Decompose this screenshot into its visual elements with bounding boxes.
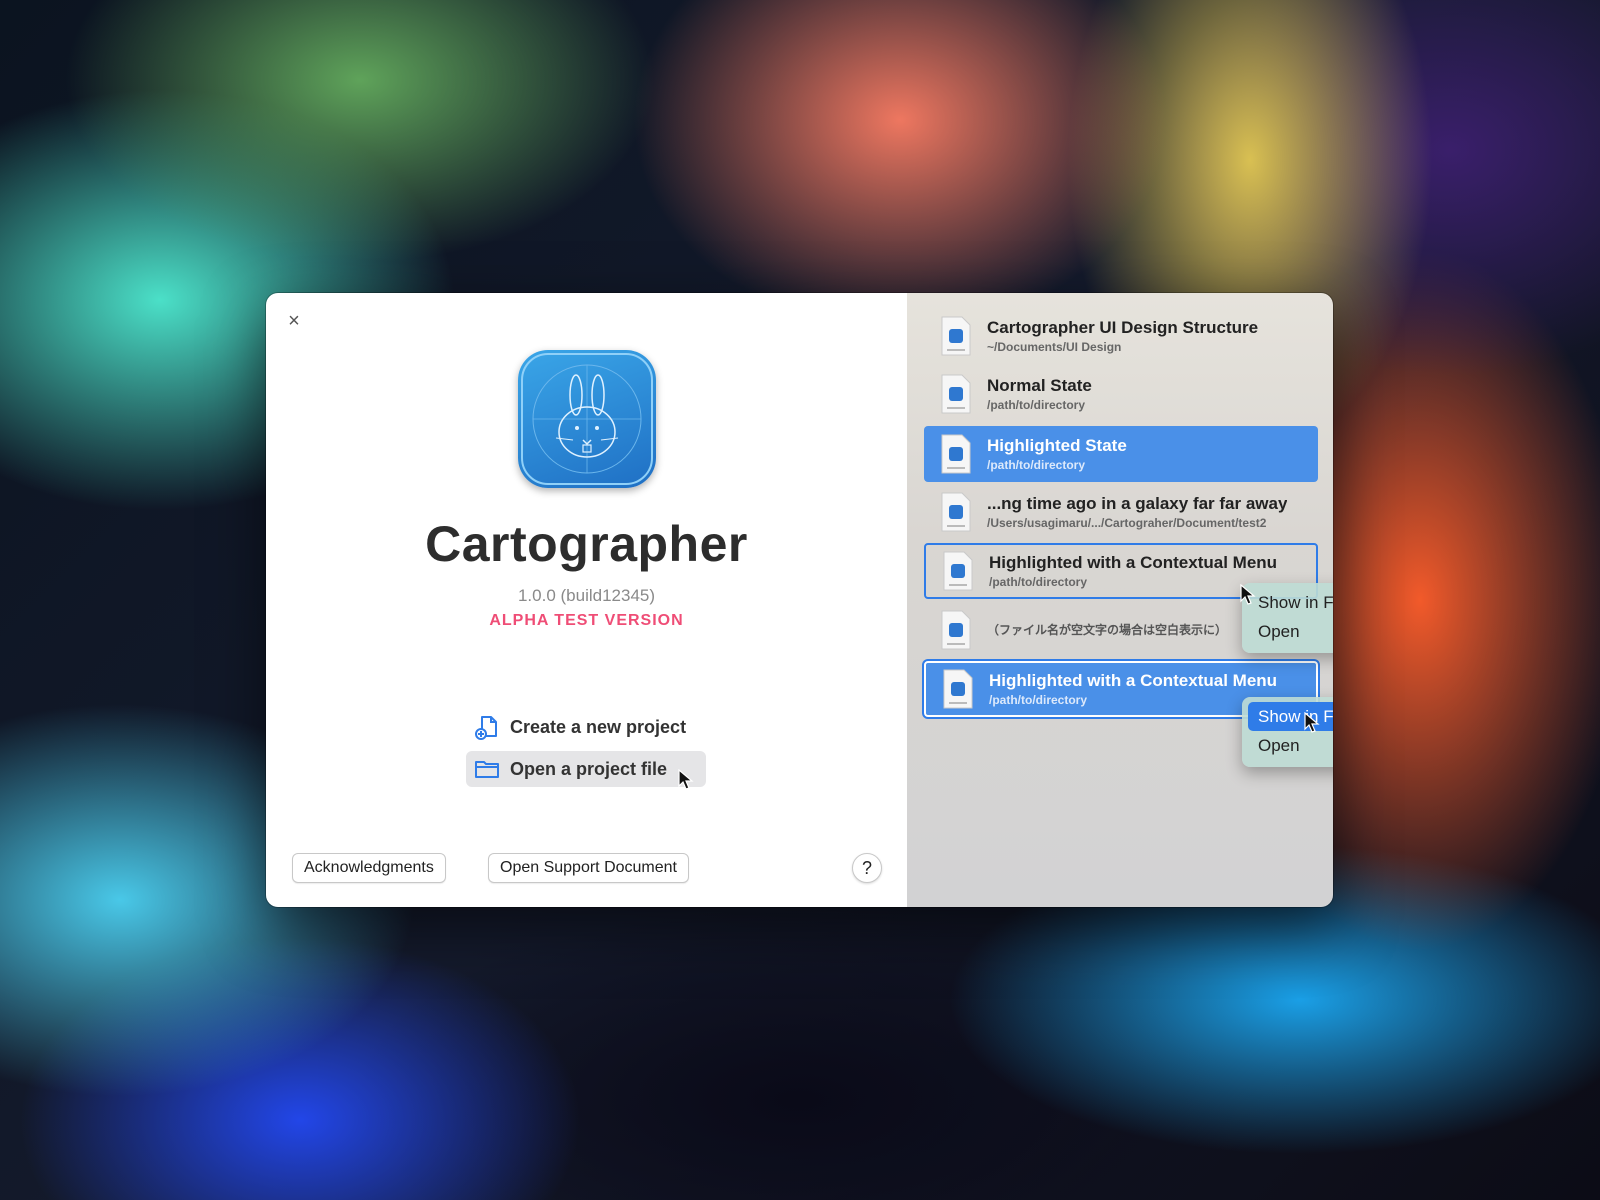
folder-icon — [475, 761, 499, 778]
recent-project-row-selected[interactable]: Highlighted State /path/to/directory — [924, 426, 1318, 482]
app-title: Cartographer — [425, 516, 748, 572]
project-document-icon — [943, 669, 973, 709]
recent-project-path: （ファイル名が空文字の場合は空白表示に） — [987, 623, 1228, 637]
recent-project-title: Normal State — [987, 376, 1092, 395]
close-button[interactable]: × — [284, 311, 304, 331]
mouse-cursor-icon — [1304, 712, 1320, 733]
menu-item-show-in-finder[interactable]: Show in Finder — [1248, 702, 1333, 731]
recent-project-title: ...ng time ago in a galaxy far far away — [987, 494, 1288, 513]
create-project-label: Create a new project — [510, 716, 687, 737]
welcome-window: × Cartographer 1.0.0 (build12345) ALPHA … — [266, 293, 1333, 907]
project-document-icon — [941, 610, 971, 650]
project-document-icon — [941, 374, 971, 414]
recent-project-path: /path/to/directory — [989, 693, 1088, 707]
create-project-button[interactable]: Create a new project — [466, 709, 706, 745]
project-document-icon — [941, 316, 971, 356]
project-document-icon — [941, 434, 971, 474]
recent-project-row[interactable]: ...ng time ago in a galaxy far far away … — [924, 484, 1318, 540]
menu-item-open[interactable]: Open — [1248, 731, 1333, 760]
recent-project-title: Cartographer UI Design Structure — [987, 318, 1259, 337]
recent-project-title: Highlighted with a Contextual Menu — [989, 553, 1278, 572]
recent-project-row[interactable]: Cartographer UI Design Structure ~/Docum… — [924, 308, 1318, 364]
new-document-icon — [475, 716, 497, 740]
recent-project-title: Highlighted State — [987, 436, 1127, 455]
app-icon — [518, 350, 656, 488]
recent-project-path: /path/to/directory — [989, 575, 1088, 589]
mouse-cursor-icon — [678, 769, 694, 790]
recent-project-path: /path/to/directory — [987, 458, 1086, 472]
open-project-button[interactable]: Open a project file — [466, 751, 706, 787]
alpha-badge: ALPHA TEST VERSION — [489, 612, 684, 629]
menu-item-open[interactable]: Open — [1248, 617, 1333, 646]
mouse-cursor-icon — [1240, 584, 1256, 605]
recent-project-path: /path/to/directory — [987, 398, 1086, 412]
menu-item-show-in-finder[interactable]: Show in Finder — [1248, 588, 1333, 617]
recent-project-title: Highlighted with a Contextual Menu — [989, 671, 1278, 690]
acknowledgments-button[interactable]: Acknowledgments — [292, 853, 446, 883]
project-document-icon — [941, 492, 971, 532]
recent-project-path: ~/Documents/UI Design — [987, 340, 1122, 354]
help-button[interactable]: ? — [852, 853, 882, 883]
recent-project-path: /Users/usagimaru/.../Cartograher/Documen… — [987, 516, 1267, 530]
welcome-panel: × Cartographer 1.0.0 (build12345) ALPHA … — [266, 293, 907, 907]
project-document-icon — [943, 551, 973, 591]
open-project-label: Open a project file — [510, 758, 668, 779]
app-version: 1.0.0 (build12345) — [517, 586, 656, 605]
recent-project-row[interactable]: Normal State /path/to/directory — [924, 366, 1318, 422]
recent-projects-list: Cartographer UI Design Structure ~/Docum… — [907, 293, 1333, 907]
support-document-button[interactable]: Open Support Document — [488, 853, 689, 883]
